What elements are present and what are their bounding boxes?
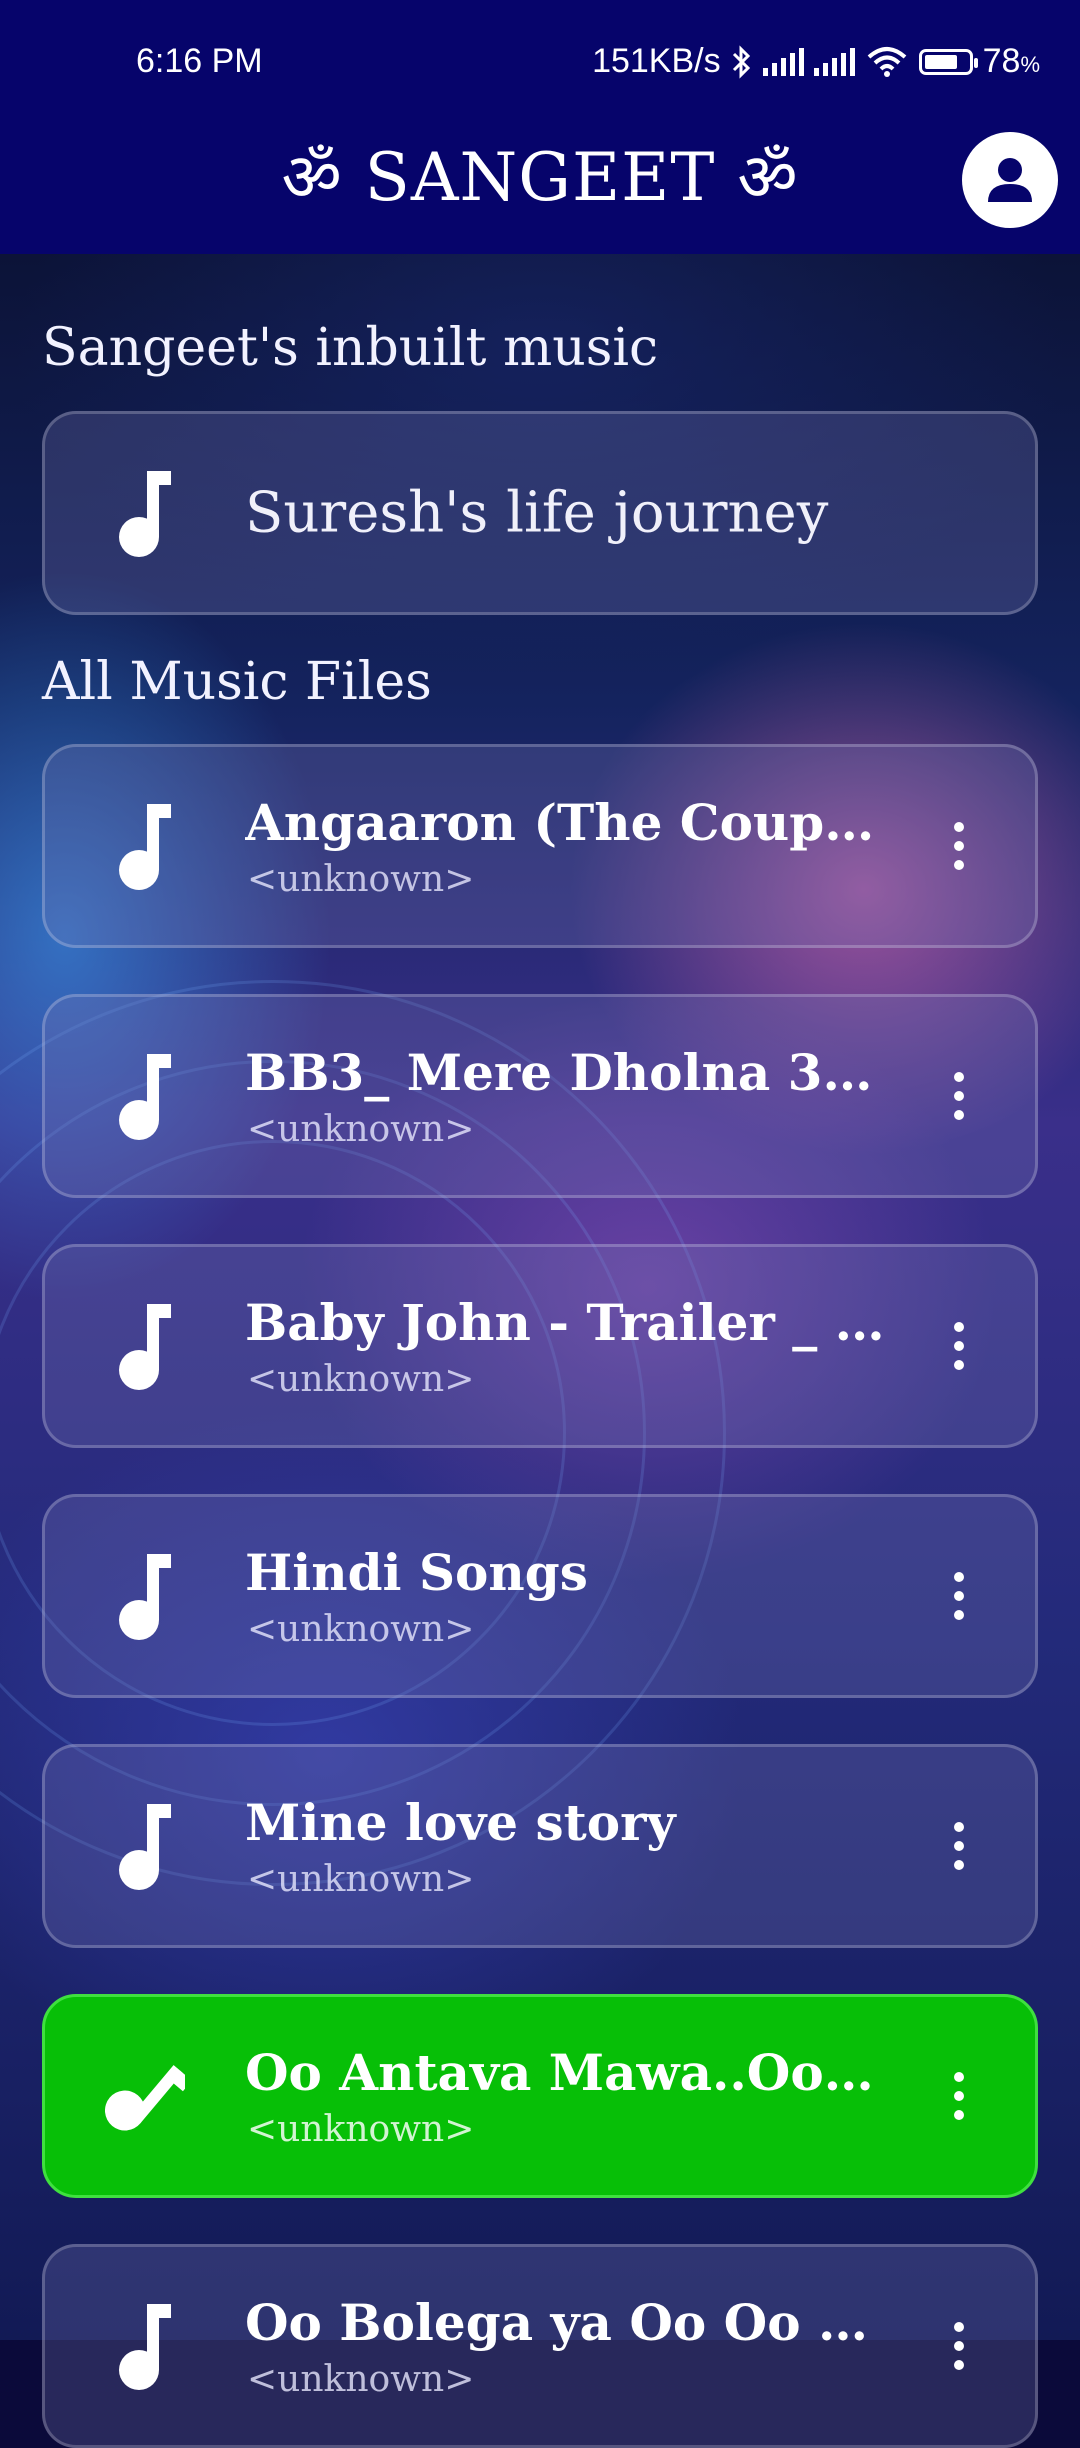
music-note-icon: [119, 1554, 171, 1640]
all-files-section-title: All Music Files: [42, 652, 432, 712]
status-time: 6:16 PM: [136, 42, 263, 80]
music-file-title: Oo Bolega ya Oo Oo Bolega: [245, 2293, 885, 2352]
inbuilt-track-title: Suresh's life journey: [245, 480, 829, 546]
battery-percent-sign: %: [1020, 52, 1040, 77]
signal-icon-2: [813, 47, 855, 76]
more-vert-icon: [954, 1072, 964, 1082]
more-options-button[interactable]: [939, 2061, 979, 2131]
music-file-title: Baby John - Trailer _ Atlee: [245, 1293, 885, 1352]
bluetooth-icon: [732, 44, 750, 79]
app-bar: ॐ SANGEET ॐ: [0, 122, 1080, 254]
app-title: ॐ SANGEET ॐ: [281, 139, 799, 216]
music-file-title: Angaaron (The Couple Song): [245, 793, 885, 852]
wifi-icon: [867, 46, 906, 77]
music-file-card[interactable]: Baby John - Trailer _ Atlee <unknown>: [42, 1244, 1038, 1448]
music-file-title: Mine love story: [245, 1793, 676, 1852]
inbuilt-section-title: Sangeet's inbuilt music: [42, 318, 659, 378]
music-file-artist: <unknown>: [247, 1609, 475, 1650]
music-file-artist: <unknown>: [247, 1109, 475, 1150]
music-file-card[interactable]: Hindi Songs <unknown>: [42, 1494, 1038, 1698]
status-bar: 6:16 PM 151KB/s 78%: [0, 0, 1080, 122]
music-note-icon: [119, 471, 171, 557]
music-file-card[interactable]: Angaaron (The Couple Song) <unknown>: [42, 744, 1038, 948]
more-vert-icon: [954, 1572, 964, 1582]
music-note-icon: [119, 1804, 171, 1890]
more-options-button[interactable]: [939, 1561, 979, 1631]
music-note-tilted-icon: [105, 2065, 185, 2131]
music-file-artist: <unknown>: [247, 1859, 475, 1900]
network-speed: 151KB/s: [592, 42, 721, 80]
signal-icon: [762, 47, 804, 76]
music-file-card[interactable]: Mine love story <unknown>: [42, 1744, 1038, 1948]
more-options-button[interactable]: [939, 1061, 979, 1131]
music-file-title: Oo Antava Mawa..Oo Oo Antava Mawa: [245, 2043, 885, 2102]
more-options-button[interactable]: [939, 811, 979, 881]
account-circle-icon: [988, 158, 1032, 202]
music-note-icon: [119, 2304, 171, 2390]
music-file-artist: <unknown>: [247, 859, 475, 900]
music-note-icon: [119, 804, 171, 890]
music-file-artist: <unknown>: [247, 2359, 475, 2400]
more-vert-icon: [954, 822, 964, 832]
music-note-icon: [119, 1054, 171, 1140]
music-file-artist: <unknown>: [247, 1359, 475, 1400]
battery-percent: 78: [982, 42, 1021, 80]
music-file-card[interactable]: BB3_ Mere Dholna 3.0 (Full Song) <unknown…: [42, 994, 1038, 1198]
more-options-button[interactable]: [939, 2311, 979, 2381]
music-file-title: BB3_ Mere Dholna 3.0 (Full Song): [245, 1043, 885, 1102]
music-file-title: Hindi Songs: [245, 1543, 588, 1602]
inbuilt-track-card[interactable]: Suresh's life journey: [42, 411, 1038, 615]
more-vert-icon: [954, 1322, 964, 1332]
music-file-artist: <unknown>: [247, 2109, 475, 2150]
music-file-card[interactable]: Oo Antava Mawa..Oo Oo Antava Mawa <unknow…: [42, 1994, 1038, 2198]
more-options-button[interactable]: [939, 1811, 979, 1881]
battery-icon: [918, 48, 978, 75]
music-note-icon: [119, 1304, 171, 1390]
profile-button[interactable]: [962, 132, 1058, 228]
more-vert-icon: [954, 2072, 964, 2082]
status-icons: 151KB/s 78%: [592, 42, 1040, 81]
music-file-card[interactable]: Oo Bolega ya Oo Oo Bolega <unknown>: [42, 2244, 1038, 2448]
more-vert-icon: [954, 1822, 964, 1832]
more-options-button[interactable]: [939, 1311, 979, 1381]
more-vert-icon: [954, 2322, 964, 2332]
